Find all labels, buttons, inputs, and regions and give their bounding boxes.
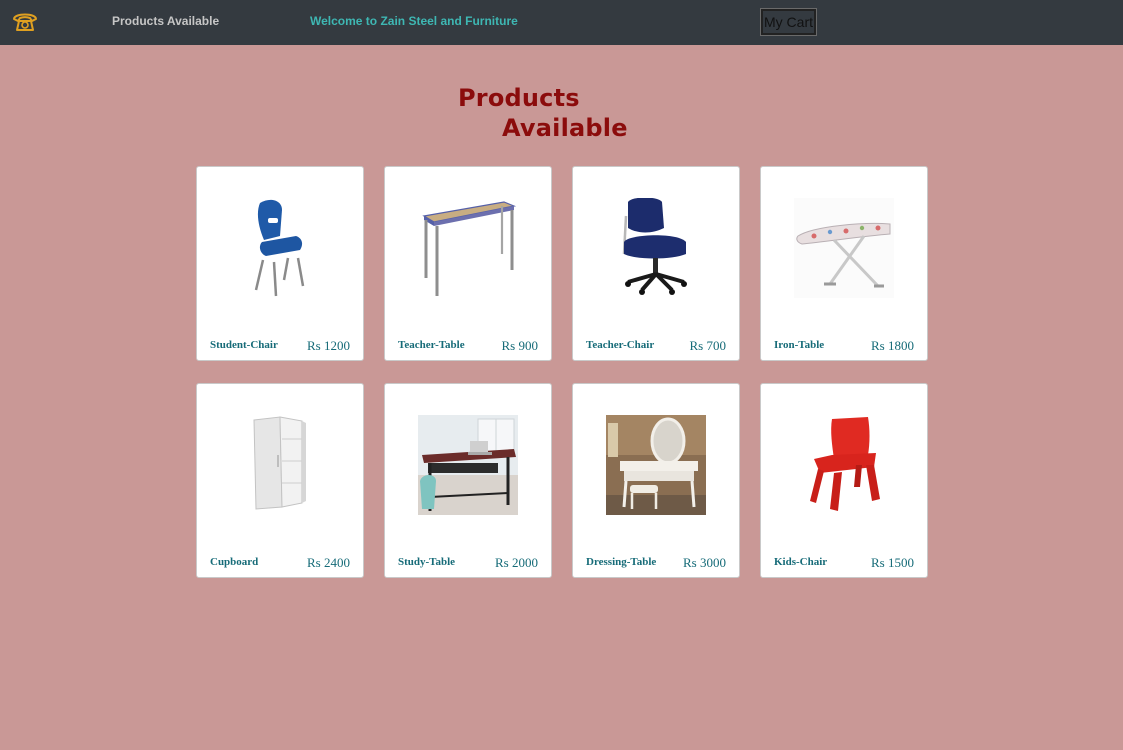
phone-icon[interactable]: [11, 9, 39, 35]
product-card[interactable]: Cupboard Rs 2400: [196, 383, 364, 578]
product-price: Rs 700: [689, 338, 726, 353]
teacher-table-image[interactable]: [418, 198, 518, 298]
product-name: Iron-Table: [774, 339, 825, 351]
product-price: Rs 3000: [683, 555, 726, 570]
student-chair-image[interactable]: [230, 198, 330, 298]
iron-table-image[interactable]: [794, 198, 894, 298]
product-card[interactable]: Teacher-Chair Rs 700: [572, 166, 740, 361]
product-price: Rs 1800: [871, 338, 914, 353]
product-price: Rs 2000: [495, 555, 538, 570]
kids-chair-image[interactable]: [794, 415, 894, 515]
product-card[interactable]: Kids-Chair Rs 1500: [760, 383, 928, 578]
product-name: Student-Chair: [210, 339, 278, 351]
product-card[interactable]: Study-Table Rs 2000: [384, 383, 552, 578]
product-name: Dressing-Table: [586, 556, 657, 568]
study-table-image[interactable]: [418, 415, 518, 515]
navbar: Products Available Welcome to Zain Steel…: [0, 0, 1123, 45]
product-name: Teacher-Chair: [586, 339, 655, 351]
welcome-message: Welcome to Zain Steel and Furniture: [310, 14, 518, 28]
product-name: Cupboard: [210, 556, 259, 568]
product-card[interactable]: Teacher-Table Rs 900: [384, 166, 552, 361]
product-card[interactable]: Dressing-Table Rs 3000: [572, 383, 740, 578]
product-name: Teacher-Table: [398, 339, 465, 351]
my-cart-button[interactable]: My Cart: [760, 8, 817, 36]
product-name: Study-Table: [398, 556, 456, 568]
product-price: Rs 900: [501, 338, 538, 353]
product-card[interactable]: Iron-Table Rs 1800: [760, 166, 928, 361]
product-price: Rs 1500: [871, 555, 914, 570]
cupboard-image[interactable]: [230, 415, 330, 515]
teacher-chair-image[interactable]: [606, 198, 706, 298]
page-title-line-1: Products: [458, 84, 580, 112]
product-price: Rs 1200: [307, 338, 350, 353]
product-name: Kids-Chair: [774, 556, 828, 568]
page-title-line-2: Available: [502, 114, 628, 142]
nav-products-available-link[interactable]: Products Available: [112, 14, 219, 28]
dressing-table-image[interactable]: [606, 415, 706, 515]
product-card[interactable]: Student-Chair Rs 1200: [196, 166, 364, 361]
product-grid: Student-Chair Rs 1200 Teacher-Table Rs 9…: [196, 166, 928, 578]
product-price: Rs 2400: [307, 555, 350, 570]
